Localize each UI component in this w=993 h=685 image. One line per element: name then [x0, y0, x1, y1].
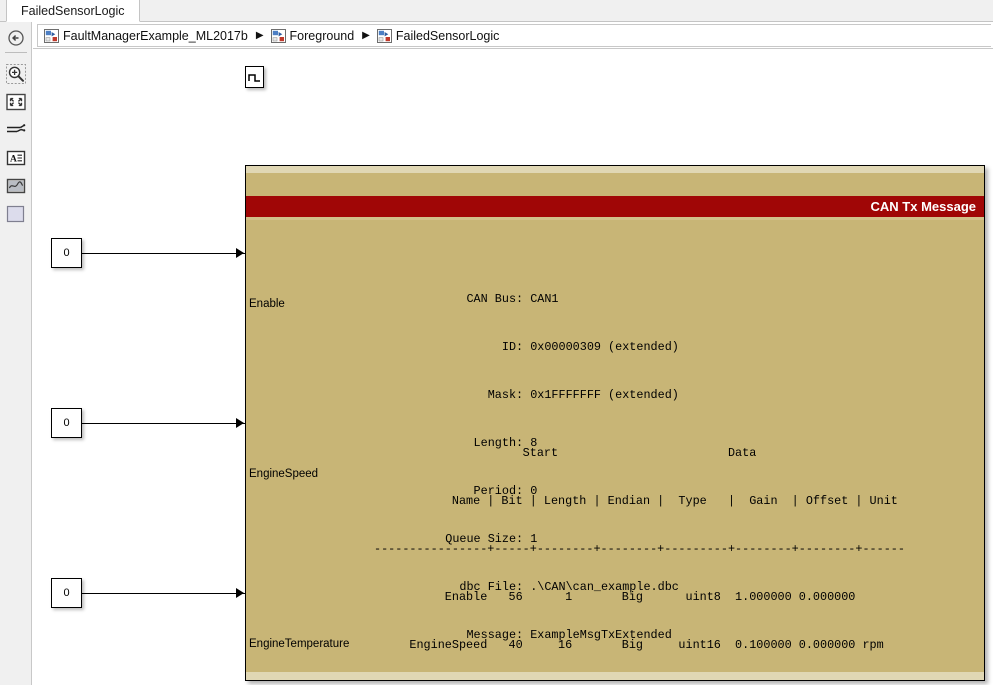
svg-text:A: A — [10, 154, 17, 164]
constant-value: 0 — [63, 587, 70, 599]
signal-line-enable[interactable] — [82, 253, 245, 254]
zoom-in-icon[interactable] — [6, 64, 26, 84]
breadcrumb-bar: FaultManagerExample_ML2017b ▶ Foreground… — [33, 22, 993, 49]
subsystem-icon — [376, 28, 392, 43]
breadcrumb-separator-0: ▶ — [255, 29, 264, 41]
input-port-label-engine-temperature: EngineTemperature — [249, 638, 350, 650]
blank-block-icon[interactable] — [6, 204, 26, 224]
constant-value: 0 — [63, 417, 70, 429]
breadcrumb-label-1: Foreground — [289, 28, 355, 43]
signal-routing-icon[interactable] — [6, 120, 26, 140]
block-title-underline — [246, 217, 984, 220]
tab-bar: FailedSensorLogic — [0, 0, 993, 22]
signal-table-divider: ----------------+-----+--------+--------… — [374, 542, 905, 556]
constant-block-enable[interactable]: 0 — [51, 238, 82, 268]
left-tool-strip: A — [0, 22, 32, 685]
constant-block-engine-speed[interactable]: 0 — [51, 408, 82, 438]
back-icon[interactable] — [6, 28, 26, 48]
constant-block-engine-temperature[interactable]: 0 — [51, 578, 82, 608]
signal-arrow-enable — [236, 248, 244, 258]
model-canvas[interactable]: 0 0 0 CAN Tx Message Enable EngineSpeed … — [33, 49, 993, 685]
breadcrumb-label-0: FaultManagerExample_ML2017b — [63, 28, 248, 43]
breadcrumb-item-1[interactable]: Foreground — [270, 28, 355, 43]
breadcrumb-item-2[interactable]: FailedSensorLogic — [376, 28, 500, 43]
signal-arrow-engine-temperature — [236, 588, 244, 598]
block-title-bar: CAN Tx Message — [246, 196, 984, 217]
pulse-generator-block[interactable] — [245, 66, 264, 88]
breadcrumb: FaultManagerExample_ML2017b ▶ Foreground… — [37, 24, 991, 47]
can-parameter-line: Mask: 0x1FFFFFFF (extended) — [424, 388, 679, 402]
block-bottom-strip — [246, 672, 984, 680]
subsystem-icon — [270, 28, 286, 43]
input-port-label-enable: Enable — [249, 298, 285, 310]
annotation-icon[interactable]: A — [6, 148, 26, 168]
subsystem-icon — [44, 28, 59, 43]
block-top-strip — [246, 166, 984, 173]
can-signal-table: Start Data Name | Bit | Length | Endian … — [374, 413, 905, 680]
scope-icon[interactable] — [6, 176, 26, 196]
block-title: CAN Tx Message — [870, 199, 976, 214]
breadcrumb-label-2: FailedSensorLogic — [395, 28, 500, 43]
tab-label: FailedSensorLogic — [21, 3, 125, 18]
fit-to-view-icon[interactable] — [6, 92, 26, 112]
signal-table-row: Enable 56 1 Big uint8 1.000000 0.000000 — [374, 590, 856, 604]
signal-arrow-engine-speed — [236, 418, 244, 428]
constant-value: 0 — [63, 247, 70, 259]
signal-table-header: Name | Bit | Length | Endian | Type | Ga… — [374, 494, 898, 508]
signal-table-header-top: Start Data — [374, 446, 757, 460]
tool-separator — [5, 52, 27, 53]
tab-failed-sensor-logic[interactable]: FailedSensorLogic — [6, 0, 140, 22]
can-parameter-line: CAN Bus: CAN1 — [424, 292, 559, 306]
can-parameter-line: ID: 0x00000309 (extended) — [424, 340, 679, 354]
breadcrumb-item-0[interactable]: FaultManagerExample_ML2017b — [44, 28, 248, 43]
signal-table-row: EngineSpeed 40 16 Big uint16 0.100000 0.… — [374, 638, 884, 652]
can-tx-message-block[interactable]: CAN Tx Message Enable EngineSpeed Engine… — [245, 165, 985, 681]
pulse-waveform-icon — [248, 73, 260, 82]
signal-line-engine-temperature[interactable] — [82, 593, 245, 594]
input-port-label-engine-speed: EngineSpeed — [249, 468, 319, 480]
signal-line-engine-speed[interactable] — [82, 423, 245, 424]
breadcrumb-separator-1: ▶ — [362, 29, 370, 41]
